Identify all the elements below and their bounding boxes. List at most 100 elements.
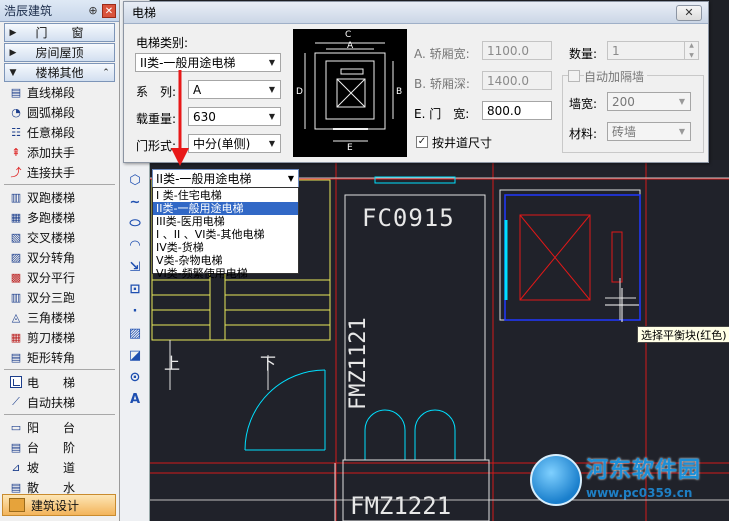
steps-icon: ▤ xyxy=(10,440,22,454)
tool-steps[interactable]: ▤ 台 阶 xyxy=(0,437,119,457)
double-split-parallel-icon: ▩ xyxy=(10,270,22,284)
auto-wall-checkbox[interactable] xyxy=(568,70,580,82)
hatch-icon[interactable]: ▨ xyxy=(126,324,144,342)
type-label: 电梯类别: xyxy=(136,36,189,50)
palette-title: 浩辰建筑 xyxy=(4,4,53,18)
close-icon[interactable]: ✕ xyxy=(102,3,116,18)
add-handrail-icon: ⇞ xyxy=(11,145,21,159)
insert-block-icon[interactable]: ⇲ xyxy=(126,258,144,276)
category-doors-windows[interactable]: ▶ 门 窗 xyxy=(4,23,115,42)
arc-stair-icon: ◔ xyxy=(11,105,21,119)
chevron-down-icon: ▼ xyxy=(9,67,17,78)
tool-palette: 浩辰建筑 ⊕ ✕ ▶ 门 窗 ▶ 房间屋顶 ▼ 楼梯其他 ⌃ ▤ 直线梯段 ◔ 圆弧… xyxy=(0,0,120,521)
tool-rect-corner-stair[interactable]: ▤ 矩形转角 xyxy=(0,347,119,367)
chevron-down-icon: ▼ xyxy=(268,139,276,148)
car-depth-field[interactable]: 1400.0 xyxy=(482,71,552,90)
tool-scissor-stair[interactable]: ▦ 剪刀楼梯 xyxy=(0,327,119,347)
option-residential[interactable]: I 类-住宅电梯 xyxy=(153,189,298,202)
chevron-right-icon: ▶ xyxy=(9,27,17,38)
chevron-down-icon: ▼ xyxy=(678,97,686,106)
tool-cross-stair[interactable]: ▧ 交叉楼梯 xyxy=(0,227,119,247)
text-icon[interactable]: A xyxy=(126,390,144,408)
wall-width-select[interactable]: 200 ▼ xyxy=(607,92,691,111)
connect-handrail-icon: ⤴ xyxy=(10,166,22,179)
door-type-select[interactable]: 中分(单侧) ▼ xyxy=(188,134,281,153)
by-shaft-label: 按井道尺寸 xyxy=(432,136,493,150)
by-shaft-checkbox[interactable]: ✓ xyxy=(416,136,428,148)
tool-add-handrail[interactable]: ⇞ 添加扶手 xyxy=(0,142,119,162)
point-icon[interactable]: · xyxy=(126,302,144,320)
door-width-label: E. 门 宽: xyxy=(414,107,470,121)
option-medical[interactable]: III类-医用电梯 xyxy=(153,215,298,228)
region-icon[interactable]: ◪ xyxy=(126,346,144,364)
apron-icon: ▤ xyxy=(10,480,22,494)
tool-double-split-parallel[interactable]: ▩ 双分平行 xyxy=(0,267,119,287)
elevator-preview: C A D B E xyxy=(293,29,407,157)
type-dropdown-list: I 类-住宅电梯 II类-一般用途电梯 III类-医用电梯 I 、II 、VI类… xyxy=(152,187,299,280)
make-block-icon[interactable]: ⊡ xyxy=(126,280,144,298)
architecture-design-button[interactable]: 建筑设计 xyxy=(2,494,116,516)
door-label-bottom: FMZ1221 xyxy=(350,492,452,520)
car-depth-label: B. 轿厢深: xyxy=(414,77,470,91)
wall-width-label: 墙宽: xyxy=(569,97,598,111)
option-general[interactable]: II类-一般用途电梯 xyxy=(153,202,298,215)
annotation-arrow xyxy=(171,70,189,166)
dim-e-label: E xyxy=(347,143,353,153)
chevron-right-icon: ▶ xyxy=(9,47,17,58)
tool-multi-run-stair[interactable]: ▦ 多跑楼梯 xyxy=(0,207,119,227)
tool-ramp[interactable]: ⊿ 坡 道 xyxy=(0,457,119,477)
spline-icon[interactable]: ∼ xyxy=(126,193,144,211)
polygon-icon[interactable]: ⬡ xyxy=(126,171,144,189)
option-freight[interactable]: IV类-货梯 xyxy=(153,241,298,254)
palette-titlebar: 浩辰建筑 ⊕ ✕ xyxy=(0,0,119,22)
close-icon[interactable]: ✕ xyxy=(676,4,702,21)
type-dropdown[interactable]: II类-一般用途电梯 ▼ xyxy=(152,169,299,188)
type-select[interactable]: II类-一般用途电梯 ▼ xyxy=(135,53,281,72)
tool-straight-stair[interactable]: ▤ 直线梯段 xyxy=(0,82,119,102)
crosshair-cursor xyxy=(605,288,639,322)
tool-double-split-corner[interactable]: ▨ 双分转角 xyxy=(0,247,119,267)
tool-double-split-three-run[interactable]: ▥ 双分三跑 xyxy=(0,287,119,307)
straight-stair-icon: ▤ xyxy=(10,85,22,99)
category-rooms-roofs[interactable]: ▶ 房间屋顶 xyxy=(4,43,115,62)
arc-icon[interactable]: ◠ xyxy=(126,236,144,254)
elevator-icon xyxy=(8,375,24,389)
dialog-title: 电梯 xyxy=(132,6,157,20)
chevron-down-icon: ▼ xyxy=(287,174,295,183)
cross-stair-icon: ▧ xyxy=(10,230,22,244)
door-window-label: FC0915 xyxy=(362,204,455,232)
dim-b-label: B xyxy=(396,87,403,97)
tool-escalator[interactable]: ⟋ 自动扶梯 xyxy=(0,392,119,412)
qty-stepper[interactable]: ▲ ▼ xyxy=(684,41,698,60)
balcony-icon: ▭ xyxy=(10,420,22,434)
dialog-titlebar: 电梯 ✕ xyxy=(124,2,708,24)
tool-any-stair[interactable]: ☷ 任意梯段 xyxy=(0,122,119,142)
pin-icon[interactable]: ⊕ xyxy=(86,4,100,17)
tool-connect-handrail[interactable]: ⤴ 连接扶手 xyxy=(0,162,119,182)
tool-elevator[interactable]: 电 梯 xyxy=(0,372,119,392)
car-width-field[interactable]: 1100.0 xyxy=(482,41,552,60)
chevron-down-icon: ▼ xyxy=(268,85,276,94)
tool-triangle-stair[interactable]: ◬ 三角楼梯 xyxy=(0,307,119,327)
option-frequent[interactable]: VI类-频繁使用电梯 xyxy=(153,267,298,280)
door-width-field[interactable]: 800.0 xyxy=(482,101,552,120)
dim-a-label: A xyxy=(347,41,354,51)
folder-icon xyxy=(9,498,25,512)
tool-balcony[interactable]: ▭ 阳 台 xyxy=(0,417,119,437)
material-select[interactable]: 砖墙 ▼ xyxy=(607,122,691,141)
triangle-stair-icon: ◬ xyxy=(11,310,21,324)
option-other[interactable]: I 、II 、VI类-其他电梯 xyxy=(153,228,298,241)
ellipse-icon[interactable]: ⬭ xyxy=(126,214,144,232)
tool-arc-stair[interactable]: ◔ 圆弧梯段 xyxy=(0,102,119,122)
ramp-icon: ⊿ xyxy=(11,460,21,474)
tool-double-run-stair[interactable]: ▥ 双跑楼梯 xyxy=(0,187,119,207)
double-split-corner-icon: ▨ xyxy=(10,250,22,264)
category-stairs-others[interactable]: ▼ 楼梯其他 ⌃ xyxy=(4,63,115,82)
chevron-down-icon: ▼ xyxy=(678,127,686,136)
table-icon[interactable]: ⊙ xyxy=(126,368,144,386)
option-dumbwaiter[interactable]: V类-杂物电梯 xyxy=(153,254,298,267)
escalator-icon: ⟋ xyxy=(12,395,20,408)
load-select[interactable]: 630 ▼ xyxy=(188,107,281,126)
series-select[interactable]: A ▼ xyxy=(188,80,281,99)
rect-corner-stair-icon: ▤ xyxy=(10,350,22,364)
